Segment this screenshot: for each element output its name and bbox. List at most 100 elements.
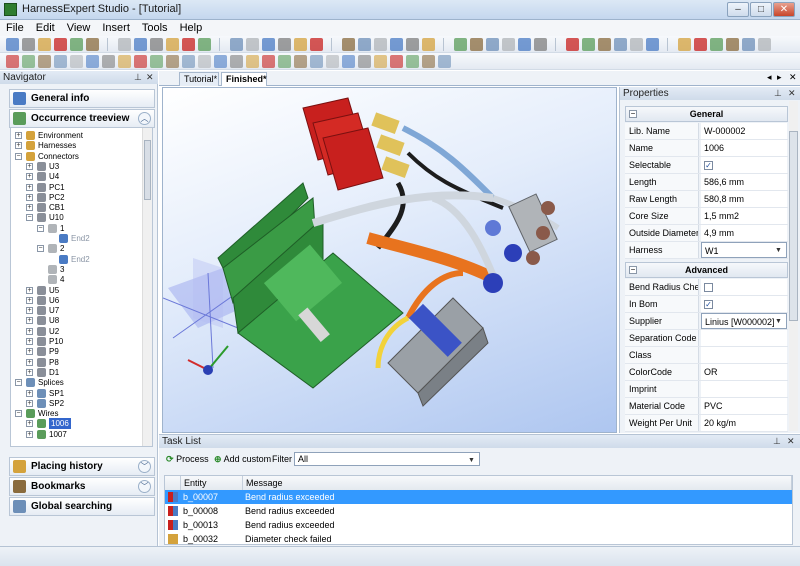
minimize-button[interactable]: – <box>727 2 749 17</box>
toolbar-tool-icon[interactable] <box>198 55 211 68</box>
expand-toggle-icon[interactable]: + <box>26 338 33 345</box>
property-value[interactable]: 586,6 mm <box>701 174 787 190</box>
toolbar-tool-icon[interactable] <box>438 55 451 68</box>
toolbar-tool-icon[interactable] <box>326 55 339 68</box>
toolbar-tool-icon[interactable] <box>406 38 419 51</box>
chevron-down-icon[interactable]: ﹀ <box>138 480 151 493</box>
toolbar-tool-icon[interactable] <box>118 38 131 51</box>
toolbar-tool-icon[interactable] <box>710 38 723 51</box>
property-value[interactable] <box>701 330 787 346</box>
toolbar-tool-icon[interactable] <box>262 55 275 68</box>
expand-toggle-icon[interactable]: + <box>26 358 33 366</box>
filter-select[interactable]: All ▼ <box>294 452 480 466</box>
toolbar-tool-icon[interactable] <box>118 55 131 68</box>
toolbar-tool-icon[interactable] <box>630 38 643 51</box>
expand-toggle-icon[interactable]: + <box>26 204 33 212</box>
toolbar-tool-icon[interactable] <box>150 38 163 51</box>
expand-toggle-icon[interactable]: + <box>26 307 33 315</box>
toolbar-tool-icon[interactable] <box>486 38 499 51</box>
task-row[interactable]: b_00032 Diameter check failed <box>165 532 792 546</box>
toolbar-tool-icon[interactable] <box>134 55 147 68</box>
toolbar-tool-icon[interactable] <box>502 38 515 51</box>
property-value[interactable]: 4,9 mm <box>701 225 787 241</box>
toolbar-tool-icon[interactable] <box>342 55 355 68</box>
toolbar-tool-icon[interactable] <box>646 38 659 51</box>
toolbar-tool-icon[interactable] <box>102 55 115 68</box>
general-info-section[interactable]: General info <box>9 89 155 108</box>
expand-toggle-icon[interactable]: − <box>37 245 44 253</box>
tab-tutorial[interactable]: Tutorial* <box>179 72 219 86</box>
toolbar-tool-icon[interactable] <box>230 38 243 51</box>
toolbar-tool-icon[interactable] <box>422 55 435 68</box>
advanced-group-header[interactable]: − Advanced <box>625 262 788 278</box>
expand-toggle-icon[interactable]: + <box>26 173 33 181</box>
properties-scrollbar[interactable] <box>789 101 798 431</box>
toolbar-tool-icon[interactable] <box>230 55 243 68</box>
expand-toggle-icon[interactable]: − <box>15 410 22 418</box>
toolbar-tool-icon[interactable] <box>294 38 307 51</box>
occurrence-treeview-section[interactable]: Occurrence treeview ︿ <box>9 109 155 128</box>
toolbar-tool-icon[interactable] <box>694 38 707 51</box>
add-custom-button[interactable]: ⊕ Add custom <box>214 451 271 468</box>
property-checkbox[interactable] <box>704 283 713 292</box>
maximize-button[interactable]: □ <box>750 2 772 17</box>
scroll-thumb[interactable] <box>144 140 151 200</box>
toolbar-tool-icon[interactable] <box>54 55 67 68</box>
process-button[interactable]: ⟳ Process <box>166 451 209 468</box>
occurrence-tree[interactable]: + Environment + Harnesses − Connectors + U3 + U4 +… <box>10 127 153 447</box>
toolbar-tool-icon[interactable] <box>70 38 83 51</box>
toolbar-tool-icon[interactable] <box>278 38 291 51</box>
close-icon[interactable]: ✕ <box>787 435 795 448</box>
tab-close-icon[interactable]: ✕ <box>789 72 797 83</box>
toolbar-tool-icon[interactable] <box>54 38 67 51</box>
expand-toggle-icon[interactable]: + <box>26 317 33 325</box>
toolbar-tool-icon[interactable] <box>310 55 323 68</box>
task-row[interactable]: b_00007 Bend radius exceeded <box>165 490 792 504</box>
toolbar-tool-icon[interactable] <box>246 55 259 68</box>
chevron-up-icon[interactable]: ︿ <box>138 112 151 125</box>
close-icon[interactable]: ✕ <box>146 71 154 84</box>
toolbar-tool-icon[interactable] <box>358 38 371 51</box>
entity-column-header[interactable]: Entity <box>181 476 243 490</box>
expand-toggle-icon[interactable]: − <box>15 379 22 387</box>
toolbar-tool-icon[interactable] <box>310 38 323 51</box>
task-row[interactable]: b_00008 Bend radius exceeded <box>165 504 792 518</box>
toolbar-tool-icon[interactable] <box>22 55 35 68</box>
toolbar-tool-icon[interactable] <box>374 55 387 68</box>
expand-toggle-icon[interactable]: + <box>26 296 33 304</box>
expand-toggle-icon[interactable]: + <box>26 162 33 170</box>
property-checkbox[interactable]: ✓ <box>704 300 713 309</box>
message-column-header[interactable]: Message <box>243 476 792 490</box>
pin-icon[interactable]: ⊥ <box>773 435 781 448</box>
toolbar-tool-icon[interactable] <box>6 38 19 51</box>
toolbar-tool-icon[interactable] <box>390 55 403 68</box>
toolbar-tool-icon[interactable] <box>390 38 403 51</box>
global-searching-section[interactable]: Global searching <box>9 497 155 516</box>
toolbar-tool-icon[interactable] <box>758 38 771 51</box>
menu-file[interactable]: File <box>0 20 30 34</box>
toolbar-tool-icon[interactable] <box>246 38 259 51</box>
expand-toggle-icon[interactable]: + <box>26 368 33 376</box>
toolbar-tool-icon[interactable] <box>374 38 387 51</box>
toolbar-tool-icon[interactable] <box>86 55 99 68</box>
toolbar-tool-icon[interactable] <box>534 38 547 51</box>
toolbar-tool-icon[interactable] <box>70 55 83 68</box>
expand-toggle-icon[interactable]: + <box>26 286 33 294</box>
expand-toggle-icon[interactable]: + <box>26 420 33 428</box>
expand-toggle-icon[interactable]: + <box>15 142 22 150</box>
toolbar-tool-icon[interactable] <box>422 38 435 51</box>
expand-toggle-icon[interactable]: − <box>15 152 22 160</box>
expand-toggle-icon[interactable]: + <box>26 183 33 191</box>
toolbar-tool-icon[interactable] <box>294 55 307 68</box>
menu-insert[interactable]: Insert <box>96 20 136 34</box>
toolbar-tool-icon[interactable] <box>150 55 163 68</box>
property-value[interactable]: 580,8 mm <box>701 191 787 207</box>
expand-toggle-icon[interactable]: − <box>26 214 33 222</box>
toolbar-tool-icon[interactable] <box>38 55 51 68</box>
menu-edit[interactable]: Edit <box>30 20 61 34</box>
expand-toggle-icon[interactable]: + <box>26 348 33 356</box>
toolbar-tool-icon[interactable] <box>198 38 211 51</box>
toolbar-tool-icon[interactable] <box>6 55 19 68</box>
expand-toggle-icon[interactable]: + <box>26 327 33 335</box>
menu-tools[interactable]: Tools <box>136 20 174 34</box>
